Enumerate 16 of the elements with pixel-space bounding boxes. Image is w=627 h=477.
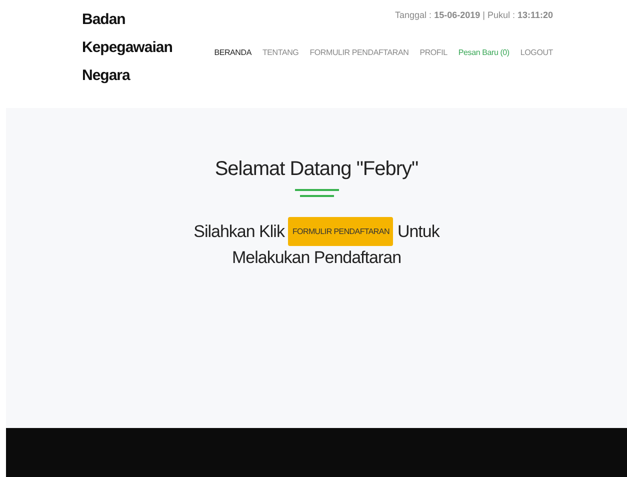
welcome-heading: Selamat Datang "Febry" [214,158,418,181]
site-title: Negara [82,66,130,86]
nav-link[interactable]: FORMULIR PENDAFTARAN [310,48,409,57]
nav-link[interactable]: PROFIL [420,48,448,57]
instruction-text: Silahkan Klik [194,222,284,242]
site-title: Kepegawaian [82,38,172,58]
nav-link[interactable]: Pesan Baru (0) [458,48,510,57]
site-title: Badan [82,10,126,30]
heading-underline [294,189,338,197]
nav-link[interactable]: TENTANG [262,48,299,57]
nav-link[interactable]: LOGOUT [520,48,553,57]
nav-link[interactable]: BERANDA [214,48,252,57]
instruction-text: Melakukan Pendaftaran [232,248,402,267]
instruction-text: Untuk [397,222,440,242]
date-time: Tanggal : 15-06-2019 | Pukul : 13:11:20 [395,10,553,20]
registration-form-button[interactable]: FORMULIR PENDAFTARAN [288,217,394,246]
